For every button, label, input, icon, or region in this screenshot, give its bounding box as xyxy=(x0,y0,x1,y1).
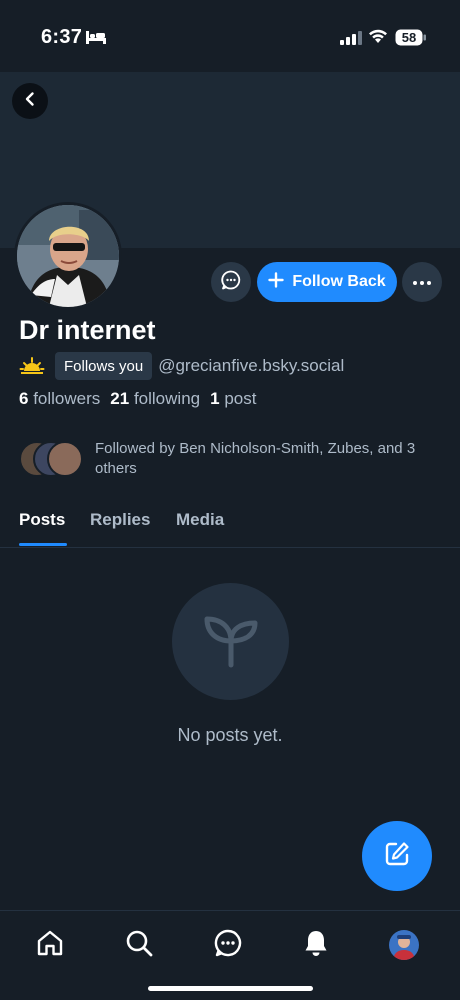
wifi-icon xyxy=(368,28,388,49)
known-followers[interactable]: Followed by Ben Nicholson-Smith, Zubes, … xyxy=(19,438,439,480)
plus-icon xyxy=(268,271,285,293)
known-followers-avatars xyxy=(19,441,85,477)
nav-notifications[interactable] xyxy=(298,927,334,963)
following-count: 21 xyxy=(110,389,130,408)
tab-replies[interactable]: Replies xyxy=(90,510,150,530)
follow-back-button[interactable]: Follow Back xyxy=(257,262,397,302)
more-dots-icon xyxy=(412,273,432,291)
message-icon xyxy=(220,269,242,296)
status-time: 6:37 xyxy=(41,26,83,48)
avatar xyxy=(47,441,83,477)
back-arrow-icon xyxy=(22,91,38,112)
home-icon xyxy=(35,928,65,963)
search-icon xyxy=(124,928,154,963)
tab-media[interactable]: Media xyxy=(176,510,224,530)
back-button[interactable] xyxy=(12,83,48,119)
active-tab-indicator xyxy=(19,543,67,546)
profile-handle: @grecianfive.bsky.social xyxy=(158,356,345,375)
signal-icon xyxy=(340,31,362,50)
posts-stat: 1 post xyxy=(210,389,256,409)
tab-posts[interactable]: Posts xyxy=(19,510,65,530)
more-options-button[interactable] xyxy=(402,262,442,302)
bell-icon xyxy=(301,928,331,963)
home-indicator xyxy=(148,986,313,991)
compose-icon xyxy=(382,839,412,874)
handle-row: Follows you @grecianfive.bsky.social xyxy=(19,352,344,380)
following-stat[interactable]: 21 following xyxy=(110,389,200,409)
nav-search[interactable] xyxy=(121,927,157,963)
empty-state-illustration xyxy=(172,583,289,700)
nav-profile[interactable] xyxy=(386,927,422,963)
follow-back-label: Follow Back xyxy=(292,273,386,290)
posts-label: post xyxy=(224,389,257,408)
sunrise-emoji-icon xyxy=(19,353,45,379)
profile-tabs: Posts Replies Media xyxy=(0,496,460,548)
followers-stat[interactable]: 6 followers xyxy=(19,389,100,409)
following-label: following xyxy=(133,389,201,408)
bed-icon xyxy=(86,31,106,49)
profile-actions: Follow Back xyxy=(0,262,460,302)
follows-you-badge: Follows you xyxy=(55,352,153,380)
followers-label: followers xyxy=(33,389,101,408)
chat-icon xyxy=(213,928,243,963)
nav-home[interactable] xyxy=(32,927,68,963)
nav-chat[interactable] xyxy=(210,927,246,963)
message-button[interactable] xyxy=(211,262,251,302)
status-bar: 6:37 58 xyxy=(0,0,460,72)
sprout-icon xyxy=(201,609,261,674)
posts-count: 1 xyxy=(210,389,220,408)
followers-count: 6 xyxy=(19,389,29,408)
empty-state-message: No posts yet. xyxy=(177,725,283,745)
profile-stats: 6 followers 21 following 1 post xyxy=(19,389,256,409)
compose-post-button[interactable] xyxy=(362,821,432,891)
display-name: Dr internet xyxy=(19,315,156,345)
battery-level: 58 xyxy=(401,30,417,45)
profile-avatar xyxy=(389,930,419,960)
followed-by-text: Followed by Ben Nicholson-Smith, Zubes, … xyxy=(95,440,416,477)
